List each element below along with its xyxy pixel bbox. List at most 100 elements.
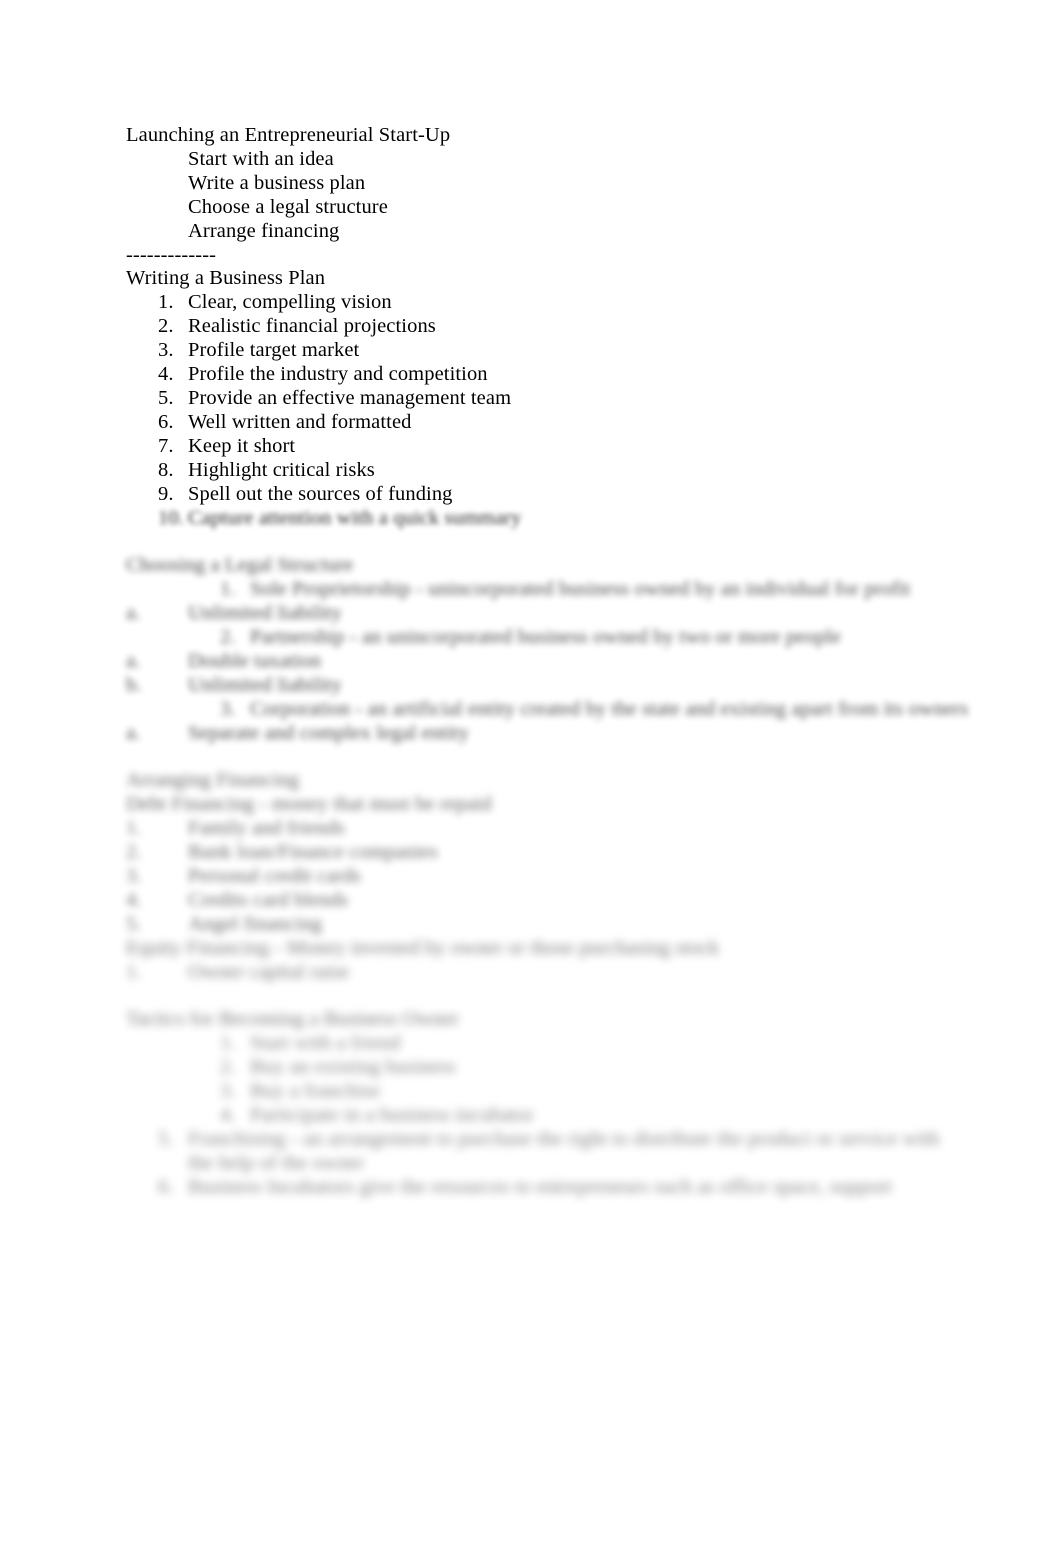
list-marker: 3.	[126, 865, 142, 888]
business-plan-item: 3. Profile target market	[126, 339, 946, 363]
list-text: Keep it short	[188, 434, 296, 457]
list-text: Participate in a business incubator	[250, 1104, 534, 1127]
list-text: Buy a franchise	[250, 1080, 381, 1103]
list-marker: 1.	[220, 1032, 236, 1055]
list-text: Partnership - an unincorporated business…	[250, 626, 841, 649]
tactics-item: 6. Business Incubators give the resource…	[126, 1176, 946, 1200]
business-plan-item: 6. Well written and formatted	[126, 411, 946, 435]
list-text: Owner capital raise	[188, 960, 350, 983]
tactics-item: 3. Buy a franchise	[188, 1080, 946, 1104]
list-text: Double taxation	[188, 649, 322, 672]
list-text: Buy an existing business	[250, 1056, 456, 1079]
legal-structure-item: 3. Corporation - an artificial entity cr…	[188, 697, 968, 722]
list-text: Family and friends	[188, 817, 345, 840]
list-text: Spell out the sources of funding	[188, 482, 453, 505]
list-marker: 4.	[158, 363, 174, 386]
list-marker: 1.	[220, 578, 236, 601]
list-marker: 8.	[158, 458, 174, 481]
list-marker: 4.	[126, 888, 142, 911]
list-marker: b.	[126, 673, 142, 696]
list-marker: 3.	[158, 339, 174, 362]
list-marker: a.	[126, 721, 141, 744]
equity-financing-definition: Equity Financing - Money invested by own…	[126, 936, 720, 959]
debt-financing-item: 1. Family and friends	[126, 817, 946, 841]
debt-financing-definition: Debt Financing - money that must be repa…	[126, 793, 492, 816]
list-text: Angel financing	[188, 912, 323, 935]
list-text: Start with a friend	[250, 1032, 401, 1055]
document-body: Launching an Entrepreneurial Start-Up St…	[126, 124, 968, 1200]
legal-structure-item: b. Unlimited liability	[126, 674, 946, 698]
section-separator: -------------	[126, 243, 217, 266]
debt-financing-item: 3. Personal credit cards	[126, 865, 946, 889]
list-marker: 1.	[126, 817, 142, 840]
list-marker: 2.	[220, 626, 236, 649]
startup-step-1: Start with an idea	[188, 147, 334, 170]
list-text: Profile the industry and competition	[188, 363, 488, 386]
list-marker: 3.	[220, 697, 236, 720]
business-plan-item: 8. Highlight critical risks	[126, 459, 946, 483]
list-text: Clear, compelling vision	[188, 291, 392, 314]
heading-choosing-a-legal-structure: Choosing a Legal Structure	[126, 554, 354, 577]
list-marker: 2.	[220, 1056, 236, 1079]
list-text: Capture attention with a quick summary	[188, 506, 522, 529]
heading-writing-a-business-plan: Writing a Business Plan	[126, 267, 326, 290]
document-page: Launching an Entrepreneurial Start-Up St…	[0, 0, 1062, 1556]
list-text: Unlimited liability	[188, 673, 342, 696]
list-marker: 6.	[158, 1175, 174, 1198]
business-plan-item: 5. Provide an effective management team	[126, 387, 946, 411]
list-text: Well written and formatted	[188, 410, 412, 433]
legal-structure-item: 2. Partnership - an unincorporated busin…	[188, 626, 946, 650]
list-marker: a.	[126, 649, 141, 672]
legal-structure-item: a. Unlimited liability	[126, 602, 946, 626]
list-text: Personal credit cards	[188, 865, 361, 888]
legal-structure-item: a. Double taxation	[126, 650, 946, 674]
list-text: Highlight critical risks	[188, 458, 375, 481]
legal-structure-item: a. Separate and complex legal entity	[126, 722, 946, 746]
list-text: Unlimited liability	[188, 602, 342, 625]
tactics-item: 1. Start with a friend	[188, 1032, 946, 1056]
debt-financing-item: 5. Angel financing	[126, 913, 946, 937]
list-marker: 2.	[126, 841, 142, 864]
list-marker: a.	[126, 602, 141, 625]
list-marker: 4.	[220, 1104, 236, 1127]
business-plan-item: 1. Clear, compelling vision	[126, 291, 946, 315]
business-plan-item: 7. Keep it short	[126, 435, 946, 459]
tactics-item: 5. Franchising - an arrangement to purch…	[126, 1128, 946, 1176]
list-marker: 9.	[158, 482, 174, 505]
list-marker: 5.	[158, 386, 174, 409]
startup-step-4: Arrange financing	[188, 219, 340, 242]
startup-step-3: Choose a legal structure	[188, 195, 388, 218]
list-text: Realistic financial projections	[188, 315, 436, 338]
startup-step-2: Write a business plan	[188, 171, 366, 194]
document-title: Launching an Entrepreneurial Start-Up	[126, 124, 451, 146]
list-text: Profile target market	[188, 339, 360, 362]
list-text: Credits card blends	[188, 888, 349, 911]
list-text: Sole Proprietorship - unincorporated bus…	[250, 578, 911, 601]
list-marker: 1.	[126, 960, 142, 983]
list-marker: 2.	[158, 315, 174, 338]
list-marker: 3.	[220, 1080, 236, 1103]
tactics-item: 2. Buy an existing business	[188, 1056, 946, 1080]
list-marker: 6.	[158, 410, 174, 433]
debt-financing-item: 2. Bank loan/Finance companies	[126, 841, 946, 865]
heading-arranging-financing: Arranging Financing	[126, 769, 300, 792]
list-text: Corporation - an artificial entity creat…	[250, 697, 969, 720]
list-marker: 5.	[158, 1128, 174, 1151]
list-marker: 7.	[158, 434, 174, 457]
list-marker: 5.	[126, 912, 142, 935]
list-text: Separate and complex legal entity	[188, 721, 470, 744]
heading-tactics-for-becoming-a-business-owner: Tactics for Becoming a Business Owner	[126, 1008, 460, 1031]
list-text: Franchising - an arrangement to purchase…	[188, 1128, 940, 1174]
list-text: Bank loan/Finance companies	[188, 841, 438, 864]
legal-structure-item: 1. Sole Proprietorship - unincorporated …	[188, 578, 946, 602]
list-marker: 10.	[158, 506, 184, 529]
business-plan-item: 10. Capture attention with a quick summa…	[126, 507, 946, 531]
business-plan-item: 9. Spell out the sources of funding	[126, 483, 946, 507]
list-text: Provide an effective management team	[188, 386, 512, 409]
list-marker: 1.	[158, 291, 174, 314]
business-plan-item: 2. Realistic financial projections	[126, 315, 946, 339]
debt-financing-item: 4. Credits card blends	[126, 889, 946, 913]
